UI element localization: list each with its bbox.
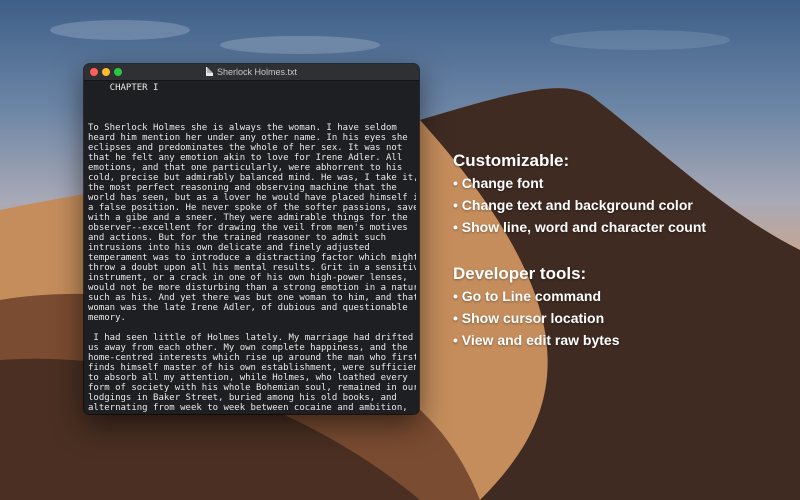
window-titlebar[interactable]: Sherlock Holmes.txt xyxy=(84,64,419,81)
text-editor-area[interactable]: CHAPTER I To Sherlock Holmes she is alwa… xyxy=(88,83,416,413)
window-title: Sherlock Holmes.txt xyxy=(84,66,419,78)
feature-item: Show cursor location xyxy=(453,307,619,329)
features-customizable: Customizable: Change font Change text an… xyxy=(453,150,706,238)
feature-item: Change font xyxy=(453,172,706,194)
customizable-list: Change font Change text and background c… xyxy=(453,172,706,238)
features-developer-tools: Developer tools: Go to Line command Show… xyxy=(453,263,619,351)
feature-item: View and edit raw bytes xyxy=(453,329,620,351)
text-file-icon xyxy=(205,67,213,76)
feature-item: Change text and background color xyxy=(453,194,706,216)
text-editor-window[interactable]: Sherlock Holmes.txt CHAPTER I To Sherloc… xyxy=(84,64,419,414)
window-title-text: Sherlock Holmes.txt xyxy=(216,67,298,77)
developer-tools-list: Go to Line command Show cursor location … xyxy=(453,285,620,351)
feature-item: Show line, word and character count xyxy=(453,216,706,238)
feature-item: Go to Line command xyxy=(453,285,619,307)
customizable-heading: Customizable: xyxy=(453,151,570,170)
developer-tools-heading: Developer tools: xyxy=(453,264,587,283)
